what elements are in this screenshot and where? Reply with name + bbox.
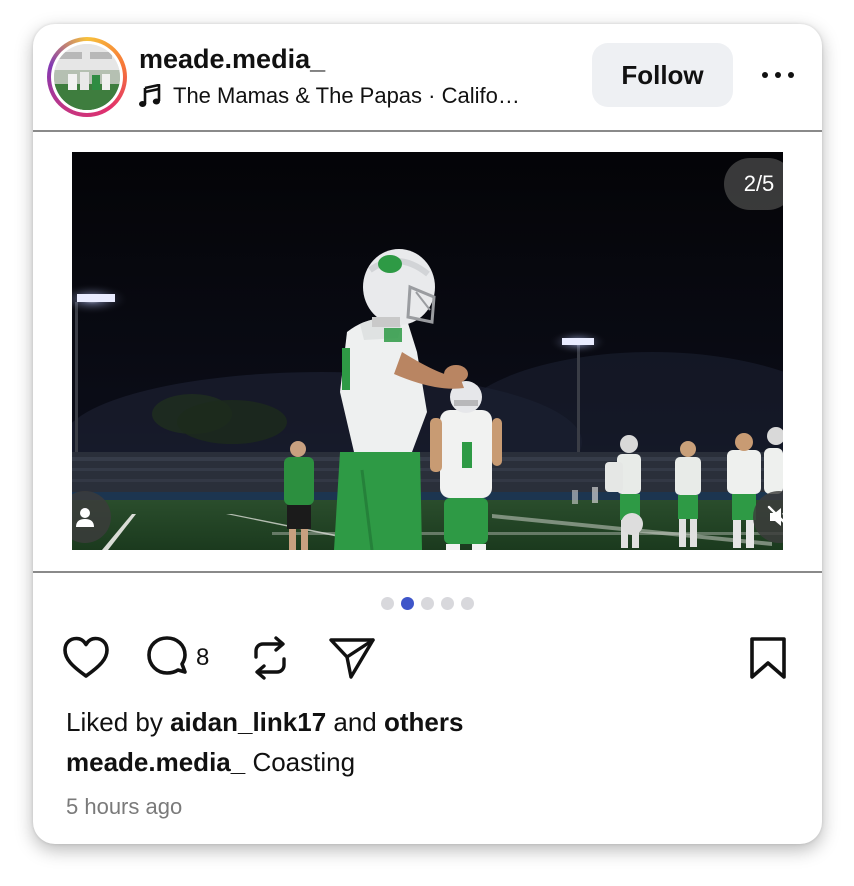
post-media[interactable]: 2/5 [72,152,783,550]
carousel-dot [421,597,434,610]
save-button[interactable] [748,634,788,682]
share-button[interactable] [328,634,376,682]
carousel-dot [441,597,454,610]
post-username[interactable]: meade.media_ [139,44,325,75]
carousel-dot [401,597,414,610]
repost-icon [254,636,286,680]
repost-button[interactable] [248,634,292,682]
music-info[interactable]: The Mamas & The Papas · Califo… [139,82,520,110]
user-tag-icon [76,508,94,527]
header-divider [33,130,822,132]
avatar[interactable] [47,37,127,117]
like-button[interactable] [62,634,110,682]
heart-icon [63,636,109,678]
comment-bubble-icon [147,636,187,675]
liked-and: and [326,707,384,737]
more-options-icon[interactable] [756,60,800,90]
carousel-dot [381,597,394,610]
muted-speaker-icon [767,505,783,526]
comment-button[interactable]: 8 [144,634,209,682]
liked-others-link[interactable]: others [384,707,463,737]
send-icon [329,638,375,679]
post-timestamp: 5 hours ago [66,794,183,819]
post-caption: meade.media_ Coasting [66,747,355,778]
liked-user-link[interactable]: aidan_link17 [170,707,326,737]
comment-count: 8 [196,644,210,671]
follow-button[interactable]: Follow [592,43,733,107]
post-photo [72,152,783,550]
post-card: meade.media_ The Mamas & The Papas · Cal… [33,24,822,844]
carousel-dot [461,597,474,610]
likes-summary: Liked by aidan_link17 and others [66,707,463,738]
post-header: meade.media_ The Mamas & The Papas · Cal… [33,24,822,130]
avatar-image [54,44,120,110]
caption-username[interactable]: meade.media_ [66,747,245,777]
caption-text: Coasting [245,747,356,777]
music-track-label: The Mamas & The Papas · Califo… [173,83,520,108]
bookmark-icon [750,637,786,679]
media-divider [33,571,822,573]
music-note-icon [139,84,161,107]
carousel-indicator [381,597,474,610]
liked-prefix: Liked by [66,707,171,737]
media-counter: 2/5 [724,158,783,210]
